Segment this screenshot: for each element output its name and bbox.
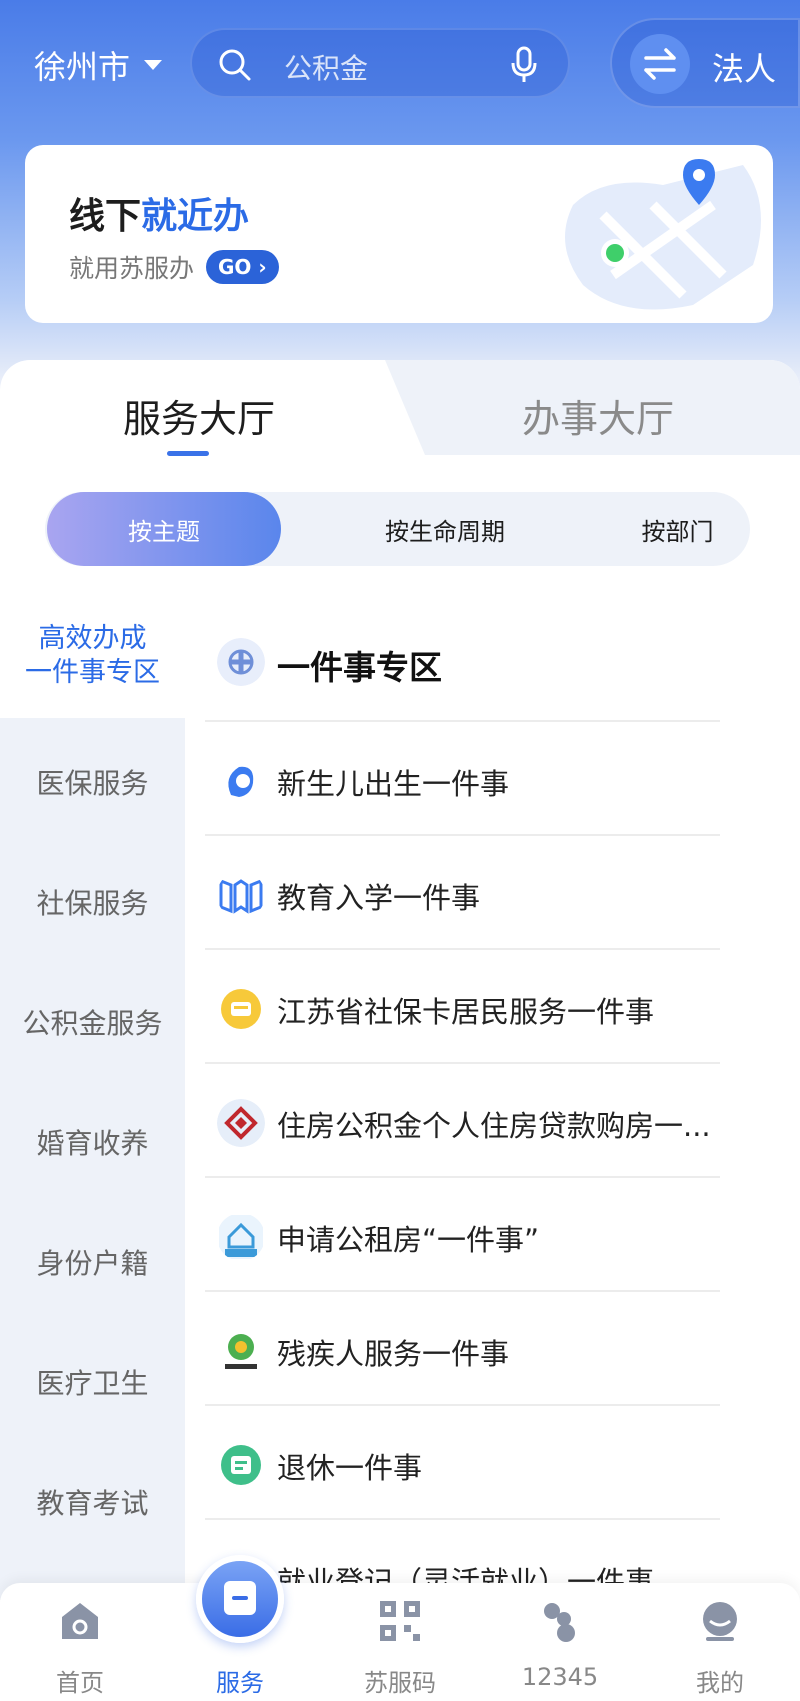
offline-service-banner[interactable]: 线下就近办 就用苏服办 GO › (25, 145, 773, 323)
nav-active-line1: 高效办成 (38, 623, 147, 654)
list-item-label: 退休一件事 (277, 1451, 423, 1485)
segment-by-lifecycle[interactable]: 按生命周期 (325, 492, 565, 566)
service-icon (224, 1581, 256, 1615)
nav-item-housing-fund[interactable]: 公积金服务 (0, 1002, 185, 1042)
tab-service-label: 服务 (216, 1669, 264, 1697)
list-item-label: 申请公租房“一件事” (277, 1223, 540, 1257)
home-icon (62, 1603, 98, 1639)
list-header-title: 一件事专区 (277, 648, 442, 687)
nav-item-identity-household[interactable]: 身份户籍 (0, 1242, 185, 1282)
search-placeholder: 公积金 (284, 52, 369, 85)
banner-title-highlight: 就近办 (141, 196, 250, 237)
tab-affairs-hall[interactable]: 办事大厅 (522, 388, 674, 443)
tab-12345[interactable]: 12345 (500, 1583, 620, 1701)
hotline-icon (544, 1603, 575, 1642)
list-item-housing-loan[interactable]: 住房公积金个人住房贷款购房一... (205, 1064, 720, 1178)
list-item-label: 残疾人服务一件事 (277, 1337, 510, 1371)
qr-code-icon (380, 1601, 420, 1641)
one-thing-zone-icon (217, 638, 265, 686)
active-tab-indicator (167, 451, 209, 456)
nav-item-healthcare[interactable]: 医疗卫生 (0, 1362, 185, 1402)
nav-item-one-thing-zone[interactable]: 高效办成 一件事专区 (0, 600, 185, 718)
disability-federation-icon (225, 1334, 257, 1369)
legal-person-label: 法人 (712, 50, 777, 88)
search-icon (219, 49, 251, 81)
list-item-label: 教育入学一件事 (277, 881, 481, 915)
list-item-social-card[interactable]: 江苏省社保卡居民服务一件事 (205, 950, 720, 1064)
list-header: 一件事专区 (205, 608, 720, 722)
tab-mine-label: 我的 (696, 1669, 744, 1697)
banner-subtitle: 就用苏服办 GO › (69, 249, 279, 285)
education-icon (219, 878, 263, 914)
list-item-disability[interactable]: 残疾人服务一件事 (205, 1292, 720, 1406)
segment-by-department[interactable]: 按部门 (565, 492, 790, 566)
service-tab-bubble[interactable] (196, 1555, 284, 1643)
banner-title: 线下就近办 (69, 187, 249, 239)
page: 徐州市 公积金 法人 线下就近办 就用苏服办 GO › 服务大厅 办事大厅 按主… (0, 0, 800, 1701)
tab-su-code[interactable]: 苏服码 (340, 1583, 460, 1701)
swap-icon (630, 34, 690, 94)
nav-active-line2: 一件事专区 (25, 657, 160, 688)
banner-subtitle-text: 就用苏服办 (69, 254, 195, 283)
nav-item-medical-insurance[interactable]: 医保服务 (0, 762, 185, 802)
city-label: 徐州市 (34, 48, 131, 86)
tab-home[interactable]: 首页 (20, 1583, 140, 1701)
search-bar[interactable]: 公积金 (190, 28, 570, 98)
top-bar: 徐州市 公积金 法人 (0, 0, 800, 130)
nav-item-social-security[interactable]: 社保服务 (0, 882, 185, 922)
bottom-tab-bar: 首页 服务 苏服码 12345 我的 (0, 1583, 800, 1701)
list-item-school-enrollment[interactable]: 教育入学一件事 (205, 836, 720, 950)
nav-item-marriage-adoption[interactable]: 婚育收养 (0, 1122, 185, 1162)
list-item-retirement[interactable]: 退休一件事 (205, 1406, 720, 1520)
map-location-icon (565, 159, 761, 310)
tab-mine[interactable]: 我的 (660, 1583, 780, 1701)
tab-home-label: 首页 (56, 1669, 104, 1697)
left-category-nav (0, 600, 185, 1600)
go-button[interactable]: GO › (206, 250, 279, 284)
tab-service-hall[interactable]: 服务大厅 (123, 388, 275, 443)
legal-person-switch[interactable]: 法人 (610, 18, 800, 108)
list-item-label: 新生儿出生一件事 (277, 767, 510, 801)
banner-title-prefix: 线下 (69, 196, 142, 237)
retirement-icon (221, 1445, 261, 1485)
list-item-public-rental[interactable]: 申请公租房“一件事” (205, 1178, 720, 1292)
list-item-label: 江苏省社保卡居民服务一件事 (277, 995, 655, 1029)
housing-fund-icon (217, 1099, 265, 1147)
list-item-newborn[interactable]: 新生儿出生一件事 (205, 722, 720, 836)
tab-su-code-label: 苏服码 (364, 1669, 436, 1697)
newborn-icon (217, 757, 265, 805)
tab-12345-label: 12345 (521, 1663, 599, 1691)
segment-by-theme[interactable]: 按主题 (47, 492, 281, 566)
microphone-icon[interactable] (510, 46, 538, 84)
go-label: GO (218, 255, 252, 279)
caret-down-icon (144, 60, 163, 70)
public-rental-icon (219, 1215, 263, 1259)
category-segment-control: 按主题 按生命周期 按部门 (45, 492, 750, 566)
nav-active-label: 高效办成 一件事专区 (0, 622, 185, 690)
social-card-icon (221, 989, 261, 1029)
list-item-label: 住房公积金个人住房贷款购房一... (277, 1109, 711, 1143)
profile-icon (703, 1602, 737, 1641)
city-selector[interactable]: 徐州市 (34, 42, 163, 88)
nav-item-education-exam[interactable]: 教育考试 (0, 1482, 185, 1522)
